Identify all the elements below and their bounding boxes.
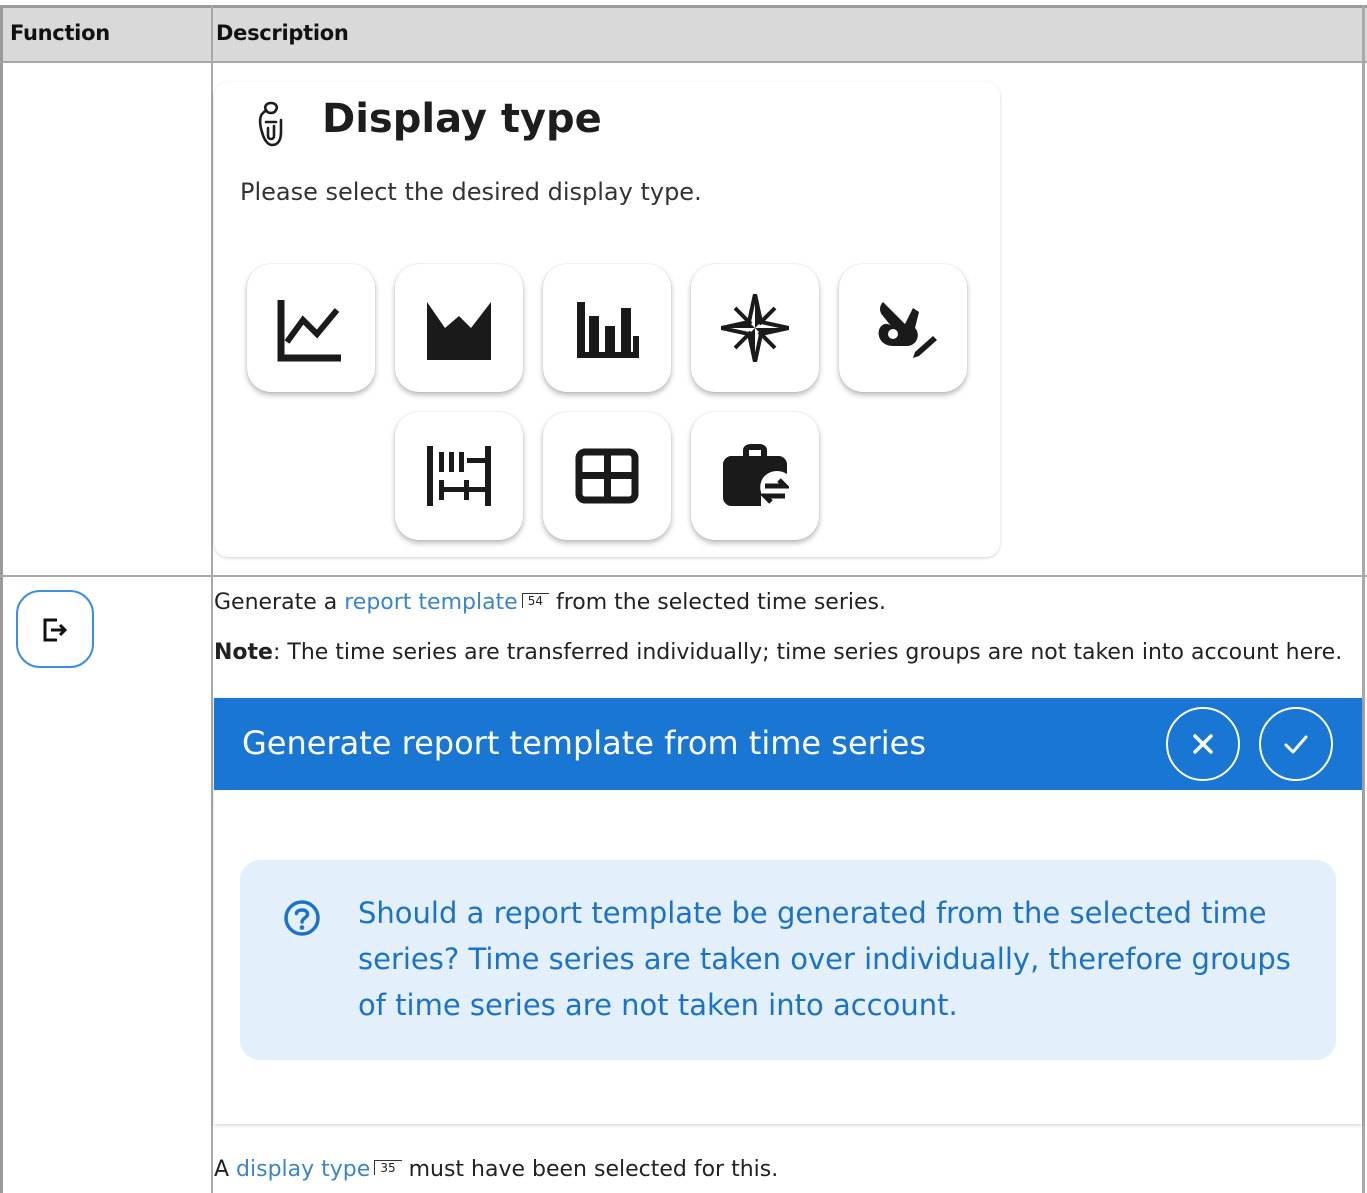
compass-rose-icon bbox=[721, 294, 789, 362]
display-type-title: Display type bbox=[322, 96, 602, 142]
dialog-title: Generate report template from time serie… bbox=[242, 724, 927, 762]
table-border-right bbox=[1362, 5, 1365, 1193]
table-header: Function Description bbox=[0, 5, 1367, 61]
row2-footer: A display type 35 must have been selected… bbox=[214, 1157, 778, 1182]
area-chart-option[interactable] bbox=[395, 264, 523, 392]
bar-chart-icon bbox=[577, 302, 639, 358]
hand-pen-option[interactable] bbox=[839, 264, 967, 392]
column-divider bbox=[211, 5, 213, 1193]
table-grid-option[interactable] bbox=[543, 412, 671, 540]
table-grid-icon bbox=[575, 448, 639, 504]
row-divider-2 bbox=[0, 575, 1367, 577]
dialog-message: Should a report template be generated fr… bbox=[358, 896, 1291, 1022]
compass-rose-option[interactable] bbox=[691, 264, 819, 392]
briefcase-transfer-icon bbox=[723, 444, 789, 506]
briefcase-transfer-option[interactable] bbox=[691, 412, 819, 540]
hand-pen-icon bbox=[878, 302, 937, 358]
area-chart-icon bbox=[427, 302, 491, 360]
close-icon bbox=[1193, 734, 1213, 754]
gantt-timeline-option[interactable] bbox=[395, 412, 523, 540]
dialog-cancel-button[interactable] bbox=[1166, 707, 1240, 781]
display-type-card: Display type Please select the desired d… bbox=[214, 82, 1000, 557]
dialog-confirm-button[interactable] bbox=[1259, 707, 1333, 781]
report-template-link[interactable]: report template bbox=[344, 590, 518, 615]
footer-suffix: must have been selected for this. bbox=[401, 1157, 779, 1182]
table-border-left bbox=[0, 5, 3, 1193]
page-ref-54[interactable]: 54 bbox=[521, 593, 549, 608]
paper-clip-hand-icon bbox=[258, 101, 283, 147]
check-icon bbox=[1284, 735, 1308, 754]
footer-prefix: A bbox=[214, 1157, 237, 1182]
display-type-description: Please select the desired display type. bbox=[240, 178, 702, 206]
bar-chart-option[interactable] bbox=[543, 264, 671, 392]
note-label: Note bbox=[214, 640, 273, 665]
line-chart-icon bbox=[277, 300, 341, 362]
dialog-info-alert: Should a report template be generated fr… bbox=[240, 860, 1336, 1060]
display-type-link[interactable]: display type bbox=[236, 1157, 370, 1182]
header-description: Description bbox=[216, 21, 349, 45]
line-chart-option[interactable] bbox=[247, 264, 375, 392]
note-text: : The time series are transferred indivi… bbox=[272, 640, 1343, 665]
export-icon bbox=[43, 618, 68, 642]
generate-report-template-button[interactable] bbox=[16, 590, 94, 668]
row2-line1: Generate a report template 54 from the se… bbox=[214, 590, 886, 615]
header-function: Function bbox=[10, 21, 110, 45]
row2-note: Note: The time series are transferred in… bbox=[214, 640, 1342, 665]
gantt-timeline-icon bbox=[427, 446, 491, 506]
line1-prefix: Generate a bbox=[214, 590, 345, 615]
generate-report-dialog: Generate report template from time serie… bbox=[214, 698, 1362, 1124]
help-circle-icon bbox=[284, 900, 320, 936]
row-divider-1 bbox=[0, 61, 1367, 63]
page-ref-35[interactable]: 35 bbox=[374, 1160, 402, 1175]
line1-suffix: from the selected time series. bbox=[549, 590, 886, 615]
dialog-title-bar: Generate report template from time serie… bbox=[214, 698, 1362, 790]
